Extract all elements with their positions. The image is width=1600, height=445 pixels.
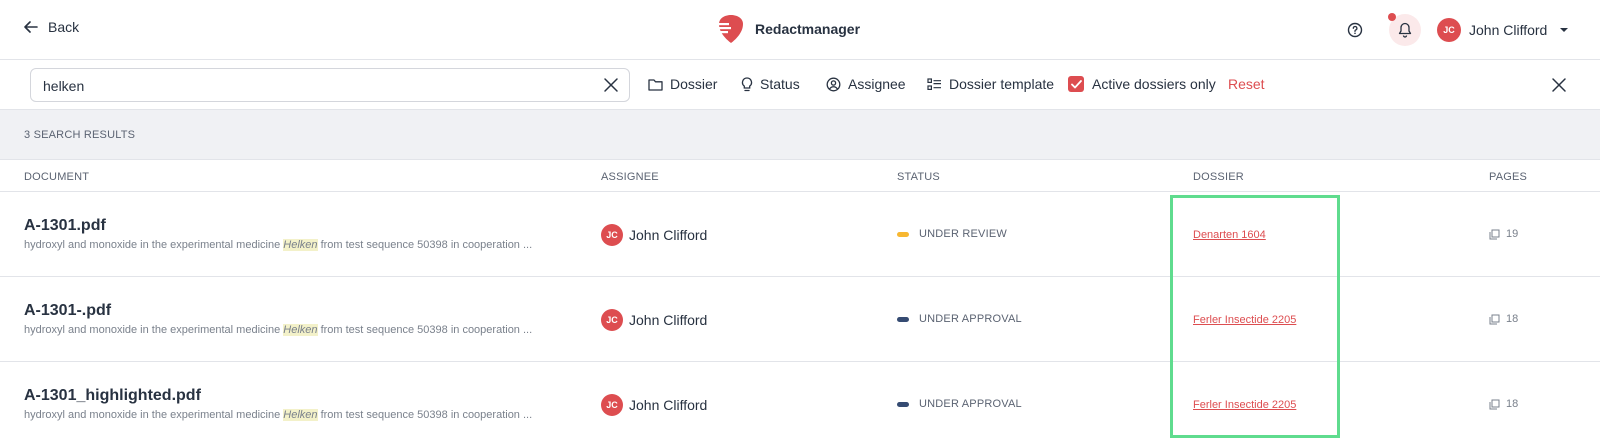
snippet-match: Helken: [283, 324, 318, 336]
arrow-left-icon: [24, 21, 38, 33]
brand-label: Redactmanager: [755, 21, 861, 37]
search-input[interactable]: helken: [30, 68, 630, 102]
assignee-filter[interactable]: Assignee: [826, 76, 906, 92]
dossier-link[interactable]: Ferler Insectide 2205: [1193, 399, 1296, 411]
snippet-match: Helken: [283, 409, 318, 421]
column-header-status[interactable]: STATUS: [897, 171, 940, 183]
assignee-name: John Clifford: [629, 397, 708, 413]
avatar: JC: [601, 394, 623, 416]
snippet-text: hydroxyl and monoxide in the experimenta…: [24, 239, 284, 251]
status-label: UNDER APPROVAL: [919, 398, 1022, 410]
caret-down-icon: [1560, 28, 1569, 32]
document-name[interactable]: A-1301.pdf: [24, 217, 106, 235]
snippet-text: hydroxyl and monoxide in the experimenta…: [24, 409, 284, 421]
assignee: JC John Clifford: [601, 224, 707, 246]
dossier-template-filter-label: Dossier template: [949, 76, 1055, 92]
page-count: 19: [1489, 228, 1518, 240]
page-count-value: 18: [1506, 313, 1519, 325]
notification-dot: [1388, 13, 1396, 21]
assignee-name: John Clifford: [629, 227, 708, 243]
pages-icon: [1489, 399, 1500, 409]
status-indicator: [897, 316, 909, 322]
document-name[interactable]: A-1301_highlighted.pdf: [24, 387, 201, 405]
reset-button[interactable]: Reset: [1228, 76, 1265, 92]
status-badge: UNDER REVIEW: [897, 228, 1007, 240]
filter-bar: helken Dossier Status Assignee Dossier t…: [0, 60, 1600, 110]
avatar: JC: [1437, 18, 1461, 42]
table-row[interactable]: A-1301_highlighted.pdf hydroxyl and mono…: [0, 362, 1600, 445]
dossier-filter[interactable]: Dossier: [648, 76, 717, 92]
active-dossiers-toggle[interactable]: Active dossiers only: [1068, 76, 1216, 92]
pages-icon: [1489, 229, 1500, 239]
search-value: helken: [43, 78, 85, 94]
status-label: UNDER REVIEW: [919, 228, 1007, 240]
assignee-name: John Clifford: [629, 312, 708, 328]
column-header-pages[interactable]: PAGES: [1489, 171, 1527, 183]
avatar: JC: [601, 309, 623, 331]
back-label: Back: [48, 19, 80, 35]
results-count: 3 SEARCH RESULTS: [24, 129, 136, 141]
page-count: 18: [1489, 313, 1518, 325]
back-button[interactable]: Back: [24, 19, 79, 35]
avatar: JC: [601, 224, 623, 246]
status-badge: UNDER APPROVAL: [897, 398, 1022, 410]
snippet-text: from test sequence 50398 in cooperation …: [317, 239, 533, 251]
user-circle-icon: [826, 77, 841, 91]
help-button[interactable]: [1347, 22, 1363, 43]
brand: Redactmanager: [717, 14, 860, 44]
list-icon: [927, 77, 941, 90]
snippet-text: from test sequence 50398 in cooperation …: [317, 409, 533, 421]
status-indicator: [897, 401, 909, 407]
dossier-link[interactable]: Ferler Insectide 2205: [1193, 314, 1296, 326]
table-row[interactable]: A-1301.pdf hydroxyl and monoxide in the …: [0, 192, 1600, 277]
status-indicator: [897, 231, 909, 237]
check-icon: [1070, 79, 1082, 88]
assignee: JC John Clifford: [601, 394, 707, 416]
document-snippet: hydroxyl and monoxide in the experimenta…: [24, 239, 569, 251]
dossier-filter-label: Dossier: [670, 76, 718, 92]
bell-icon: [1398, 22, 1412, 38]
status-badge: UNDER APPROVAL: [897, 313, 1022, 325]
logo-icon: [717, 15, 743, 43]
active-dossiers-label: Active dossiers only: [1092, 76, 1216, 92]
results-header: 3 SEARCH RESULTS: [0, 110, 1600, 160]
table-row[interactable]: A-1301-.pdf hydroxyl and monoxide in the…: [0, 277, 1600, 362]
snippet-match: Helken: [283, 239, 318, 251]
close-icon[interactable]: [1551, 77, 1567, 93]
status-filter[interactable]: Status: [741, 76, 800, 92]
snippet-text: from test sequence 50398 in cooperation …: [317, 324, 533, 336]
dossier-template-filter[interactable]: Dossier template: [927, 76, 1054, 92]
page-count: 18: [1489, 398, 1518, 410]
document-snippet: hydroxyl and monoxide in the experimenta…: [24, 324, 569, 336]
active-dossiers-checkbox[interactable]: [1068, 76, 1084, 92]
lightbulb-icon: [741, 76, 753, 91]
column-header-document[interactable]: DOCUMENT: [24, 171, 89, 183]
pages-icon: [1489, 314, 1500, 324]
status-filter-label: Status: [760, 76, 800, 92]
page-count-value: 18: [1506, 398, 1519, 410]
column-header-dossier[interactable]: DOSSIER: [1193, 171, 1244, 183]
top-bar: Back Redactmanager JC John Clifford: [0, 0, 1600, 60]
snippet-text: hydroxyl and monoxide in the experimenta…: [24, 324, 284, 336]
dossier-link[interactable]: Denarten 1604: [1193, 229, 1266, 241]
user-menu[interactable]: JC John Clifford: [1437, 18, 1569, 42]
assignee: JC John Clifford: [601, 309, 707, 331]
assignee-filter-label: Assignee: [848, 76, 906, 92]
column-header-assignee[interactable]: ASSIGNEE: [601, 171, 659, 183]
page-count-value: 19: [1506, 228, 1519, 240]
clear-search-icon[interactable]: [603, 77, 619, 93]
status-label: UNDER APPROVAL: [919, 313, 1022, 325]
folder-icon: [648, 78, 663, 91]
document-name[interactable]: A-1301-.pdf: [24, 302, 111, 320]
help-icon: [1347, 22, 1363, 38]
user-name: John Clifford: [1469, 22, 1548, 38]
document-snippet: hydroxyl and monoxide in the experimenta…: [24, 409, 569, 421]
